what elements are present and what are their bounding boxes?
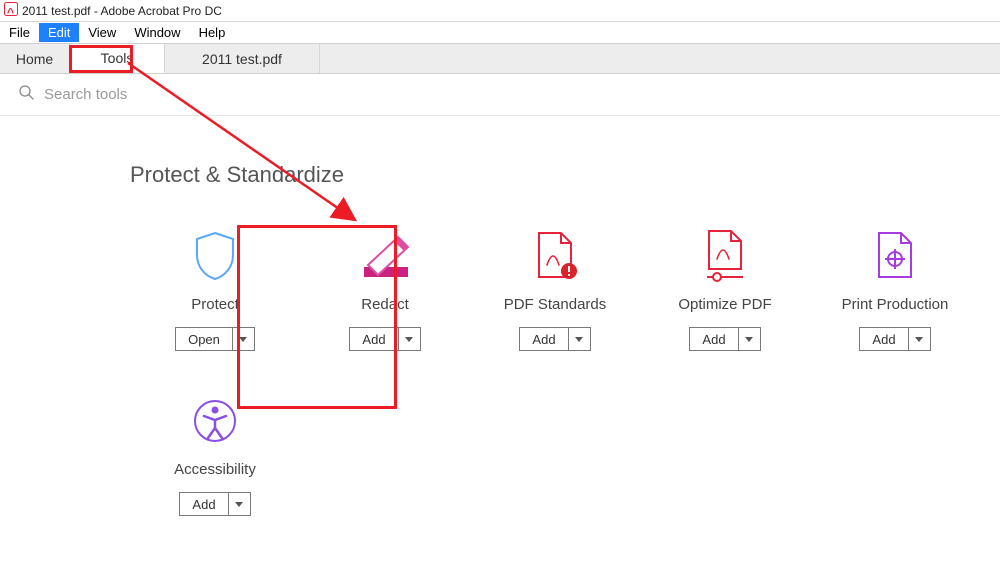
tool-redact-dropdown[interactable] <box>399 327 421 351</box>
window-title: 2011 test.pdf - Adobe Acrobat Pro DC <box>22 4 222 18</box>
tool-optimize-label: Optimize PDF <box>678 296 771 313</box>
tools-grid: Protect Open Redact Add <box>130 226 1000 556</box>
tool-redact-button[interactable]: Add <box>349 327 398 351</box>
tool-printprod: Print Production Add <box>810 226 980 351</box>
accessibility-icon <box>192 391 238 451</box>
menu-edit[interactable]: Edit <box>39 23 79 42</box>
optimize-icon <box>701 226 749 286</box>
tab-tools[interactable]: Tools <box>70 44 165 73</box>
search-row <box>0 74 1000 116</box>
tool-printprod-label: Print Production <box>842 296 949 313</box>
chevron-down-icon <box>235 502 243 507</box>
tool-accessibility-button[interactable]: Add <box>179 492 228 516</box>
tool-redact-label: Redact <box>361 296 409 313</box>
tool-optimize-button[interactable]: Add <box>689 327 738 351</box>
tool-protect: Protect Open <box>130 226 300 351</box>
tool-pdfstandards-label: PDF Standards <box>504 296 607 313</box>
tool-protect-button[interactable]: Open <box>175 327 233 351</box>
menu-help[interactable]: Help <box>190 23 235 42</box>
tool-optimize-dropdown[interactable] <box>739 327 761 351</box>
tool-printprod-button[interactable]: Add <box>859 327 908 351</box>
chevron-down-icon <box>915 337 923 342</box>
chevron-down-icon <box>575 337 583 342</box>
main-content: Protect & Standardize Protect Open <box>0 116 1000 556</box>
tool-printprod-dropdown[interactable] <box>909 327 931 351</box>
chevron-down-icon <box>745 337 753 342</box>
chevron-down-icon <box>405 337 413 342</box>
menu-bar: File Edit View Window Help <box>0 22 1000 44</box>
title-bar: 2011 test.pdf - Adobe Acrobat Pro DC <box>0 0 1000 22</box>
tool-optimize: Optimize PDF Add <box>640 226 810 351</box>
search-input[interactable] <box>44 86 344 103</box>
section-title: Protect & Standardize <box>130 162 1000 188</box>
printprod-icon <box>873 226 917 286</box>
pdfstandards-icon <box>531 226 579 286</box>
protect-icon <box>193 226 237 286</box>
tab-home[interactable]: Home <box>0 44 70 73</box>
redact-icon <box>358 226 412 286</box>
menu-window[interactable]: Window <box>125 23 189 42</box>
tool-accessibility-label: Accessibility <box>174 461 256 478</box>
tool-pdfstandards-dropdown[interactable] <box>569 327 591 351</box>
search-icon <box>18 84 34 105</box>
tool-accessibility-dropdown[interactable] <box>229 492 251 516</box>
acrobat-icon <box>4 2 18 19</box>
tool-protect-dropdown[interactable] <box>233 327 255 351</box>
menu-file[interactable]: File <box>0 23 39 42</box>
menu-view[interactable]: View <box>79 23 125 42</box>
chevron-down-icon <box>239 337 247 342</box>
tool-protect-label: Protect <box>191 296 239 313</box>
tool-pdfstandards: PDF Standards Add <box>470 226 640 351</box>
tool-pdfstandards-button[interactable]: Add <box>519 327 568 351</box>
tool-redact: Redact Add <box>300 226 470 351</box>
tabs-row: Home Tools 2011 test.pdf <box>0 44 1000 74</box>
tab-document[interactable]: 2011 test.pdf <box>165 44 320 73</box>
tool-accessibility: Accessibility Add <box>130 391 300 516</box>
